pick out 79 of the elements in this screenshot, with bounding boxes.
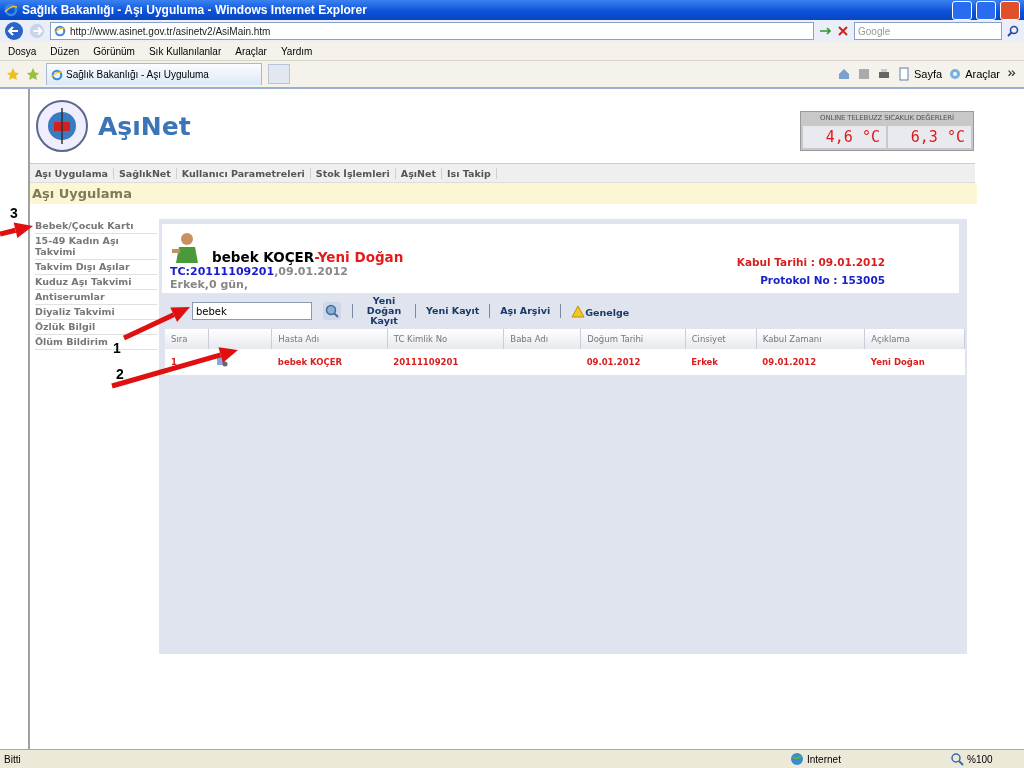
column-header: Cinsiyet bbox=[685, 329, 757, 349]
nav-item[interactable]: Kullanıcı Parametreleri bbox=[176, 167, 311, 179]
table-cell: 20111109201 bbox=[387, 349, 504, 375]
nav-item[interactable]: AşıNet bbox=[395, 167, 442, 179]
address-field[interactable]: http://www.asinet.gov.tr/asinetv2/AsiMain.htm bbox=[50, 22, 814, 40]
zoom-control[interactable]: %100 bbox=[950, 752, 1020, 766]
zoom-icon bbox=[950, 752, 964, 766]
column-header: TC Kimlik No bbox=[387, 329, 504, 349]
command-button[interactable]: Sayfa bbox=[897, 67, 943, 81]
search-icon[interactable] bbox=[322, 301, 342, 321]
nav-item[interactable]: Aşı Uygulama bbox=[30, 167, 115, 179]
add-favorite-icon bbox=[26, 67, 40, 81]
toolbar-link[interactable]: Yeni Kayıt bbox=[426, 306, 480, 316]
sidebar-item[interactable]: Özlük Bilgil bbox=[35, 321, 96, 332]
menu-item[interactable]: Araçlar bbox=[235, 45, 267, 57]
sidebar-item[interactable]: Kuduz Aşı Takvimi bbox=[35, 276, 132, 287]
ie-icon bbox=[51, 68, 63, 81]
security-zone: Internet bbox=[790, 752, 950, 766]
temperature-reading: 6,3 °C bbox=[888, 126, 971, 148]
sidebar-item[interactable]: Ölüm Bildirim bbox=[35, 336, 108, 347]
star-icon bbox=[6, 67, 20, 81]
table-cell: 09.01.2012 bbox=[756, 349, 865, 375]
window-title: Sağlık Bakanlığı - Aşı Uyguluma - Windows Internet Explorer bbox=[22, 3, 368, 17]
sidebar-item[interactable]: 15-49 Kadın Aşı Takvimi bbox=[35, 235, 135, 257]
section-title: Aşı Uygulama bbox=[32, 186, 132, 201]
sidebar-item[interactable]: Antiserumlar bbox=[35, 291, 105, 302]
column-header: Hasta Adı bbox=[271, 329, 388, 349]
maximize-button[interactable] bbox=[976, 0, 996, 20]
protocol-number: Protokol No : 153005 bbox=[760, 274, 885, 286]
menu-item[interactable]: Sık Kullanılanlar bbox=[148, 45, 222, 57]
nav-item[interactable]: SağlıkNet bbox=[114, 167, 177, 179]
menu-item[interactable]: Yardım bbox=[280, 45, 313, 57]
home-icon bbox=[837, 67, 851, 81]
patient-details: Erkek,0 gün, bbox=[170, 278, 250, 291]
column-header: Açıklama bbox=[864, 329, 965, 349]
ie-icon bbox=[4, 3, 18, 17]
table-cell: bebek KOÇER bbox=[271, 349, 388, 375]
circular-link[interactable]: Genelge bbox=[571, 304, 630, 318]
patient-id-line: TC:20111109201,09.01.2012 bbox=[170, 265, 349, 278]
column-header: Doğum Tarihi bbox=[580, 329, 686, 349]
patient-name: bebek KOÇER-Yeni Doğan bbox=[212, 249, 404, 265]
toolbar-link[interactable]: Aşı Arşivi bbox=[500, 306, 551, 316]
annotation-number: 1 bbox=[113, 340, 121, 356]
nav-item[interactable]: Stok İşlemleri bbox=[310, 167, 396, 179]
table-cell: Erkek bbox=[685, 349, 757, 375]
temperature-reading: 4,6 °C bbox=[803, 126, 886, 148]
table-cell: Yeni Doğan bbox=[864, 349, 965, 375]
search-input[interactable]: bebek bbox=[192, 302, 312, 320]
stop-icon bbox=[836, 24, 850, 38]
column-header: Sıra bbox=[165, 329, 209, 349]
annotation-arrow bbox=[122, 307, 190, 341]
sidebar-item[interactable]: Bebek/Çocuk Kartı bbox=[35, 220, 134, 231]
warning-icon bbox=[571, 304, 586, 318]
minimize-button[interactable] bbox=[952, 0, 972, 20]
menu-item[interactable]: Görünüm bbox=[93, 45, 135, 57]
status-text: Bitti bbox=[4, 753, 22, 765]
close-button[interactable] bbox=[1000, 0, 1020, 20]
app-logo-text: AşıNet bbox=[98, 111, 192, 141]
back-icon[interactable] bbox=[4, 21, 24, 41]
sidebar-item[interactable]: Takvim Dışı Aşılar bbox=[35, 261, 130, 272]
sidebar-item[interactable]: Diyaliz Takvimi bbox=[35, 306, 115, 317]
print-icon bbox=[877, 67, 891, 81]
search-icon bbox=[1006, 24, 1020, 38]
menu-item[interactable]: Dosya bbox=[8, 45, 37, 57]
ministry-seal-icon bbox=[36, 100, 88, 152]
annotation-number: 3 bbox=[10, 205, 18, 221]
nav-item[interactable]: Isı Takip bbox=[442, 167, 497, 179]
table-cell: 09.01.2012 bbox=[580, 349, 686, 375]
annotation-number: 2 bbox=[116, 366, 124, 382]
admission-date: Kabul Tarihi : 09.01.2012 bbox=[736, 256, 885, 268]
annotation-arrow bbox=[0, 222, 33, 238]
browser-tab[interactable]: Sağlık Bakanlığı - Aşı Uyguluma bbox=[46, 63, 262, 85]
table-cell: 1 bbox=[165, 349, 209, 375]
menu-item[interactable]: Düzen bbox=[50, 45, 80, 57]
toolbar-link[interactable]: Yeni Doğan Kayıt bbox=[363, 296, 405, 326]
column-header: Kabul Zamanı bbox=[756, 329, 865, 349]
command-button[interactable]: Araçlar bbox=[948, 67, 1000, 81]
column-header: Baba Adı bbox=[503, 329, 581, 349]
globe-icon bbox=[790, 752, 804, 766]
